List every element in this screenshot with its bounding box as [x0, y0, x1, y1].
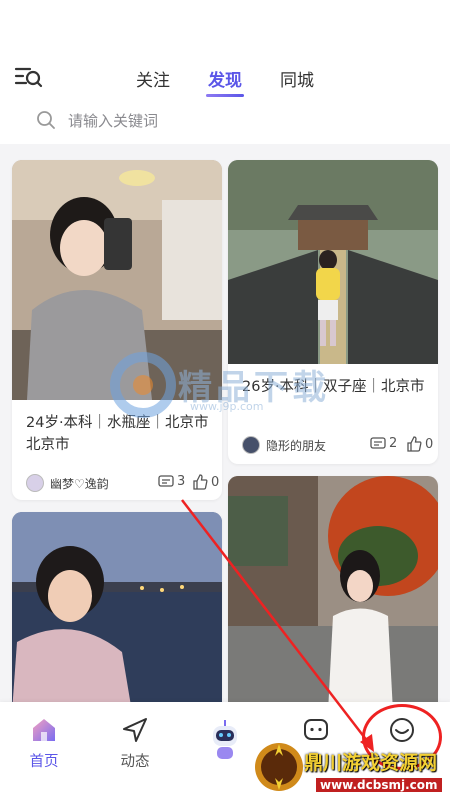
- card-meta: 幽梦♡逸韵 3 0: [26, 472, 219, 494]
- nav-moments[interactable]: 动态: [105, 716, 165, 771]
- menu-search-button[interactable]: [14, 64, 44, 90]
- status-bar: [0, 0, 450, 52]
- avatar: [242, 436, 260, 454]
- tab-follow[interactable]: 关注: [136, 66, 170, 91]
- brand-url: www.dcbsmj.com: [316, 778, 442, 792]
- user-card[interactable]: 26岁·本科｜双子座｜北京市 隐形的朋友 2 0: [228, 160, 438, 464]
- comment-count[interactable]: 3: [158, 474, 185, 489]
- user-photo: [12, 160, 222, 400]
- search-placeholder: 请输入关键词: [68, 112, 159, 130]
- comment-icon: [158, 474, 174, 487]
- user-info: 26岁·本科｜双子座｜北京市: [242, 379, 425, 395]
- card-meta: 隐形的朋友 2 0: [242, 434, 433, 456]
- menu-search-icon: [14, 67, 43, 88]
- tab-nearby[interactable]: 同城: [280, 66, 314, 91]
- search-section: 请输入关键词: [0, 100, 450, 144]
- brand-title: 鼎川游戏资源网: [304, 752, 438, 774]
- comment-icon: [370, 436, 386, 449]
- nav-moments-label: 动态: [120, 754, 150, 770]
- home-icon: [33, 719, 55, 741]
- send-icon: [123, 718, 147, 742]
- brand-emblem-icon: [255, 743, 303, 791]
- active-tab-indicator: [206, 94, 244, 97]
- avatar: [26, 474, 44, 492]
- like-count-value: 0: [425, 436, 434, 452]
- user-photo: [228, 476, 438, 712]
- user-info: 24岁·本科｜水瓶座｜北京市 北京市: [26, 415, 209, 453]
- user-photo: [12, 512, 222, 712]
- comment-count-value: 3: [177, 474, 186, 489]
- like-count-value: 0: [211, 474, 220, 490]
- author-name: 隐形的朋友: [266, 439, 327, 453]
- search-icon: [37, 111, 55, 129]
- user-card[interactable]: [12, 512, 222, 712]
- search-input[interactable]: 请输入关键词: [24, 100, 428, 140]
- like-count[interactable]: 0: [406, 436, 433, 452]
- robot-icon: [213, 720, 237, 759]
- user-card[interactable]: [228, 476, 438, 712]
- thumbs-up-icon: [407, 436, 422, 452]
- nav-home-label: 首页: [29, 754, 59, 770]
- thumbs-up-icon: [193, 474, 208, 490]
- like-count[interactable]: 0: [192, 474, 219, 490]
- user-card[interactable]: 24岁·本科｜水瓶座｜北京市 北京市 幽梦♡逸韵 3 0: [12, 160, 222, 500]
- comment-count-value: 2: [389, 436, 398, 451]
- nav-robot[interactable]: [195, 720, 255, 764]
- user-photo: [228, 160, 438, 364]
- author-name: 幽梦♡逸韵: [50, 477, 109, 491]
- nav-home[interactable]: 首页: [14, 716, 74, 771]
- top-header: 关注 发现 同城: [0, 52, 450, 100]
- comment-count[interactable]: 2: [370, 436, 397, 451]
- tab-discover[interactable]: 发现: [208, 66, 242, 91]
- brand-watermark: 鼎川游戏资源网 www.dcbsmj.com: [252, 738, 450, 800]
